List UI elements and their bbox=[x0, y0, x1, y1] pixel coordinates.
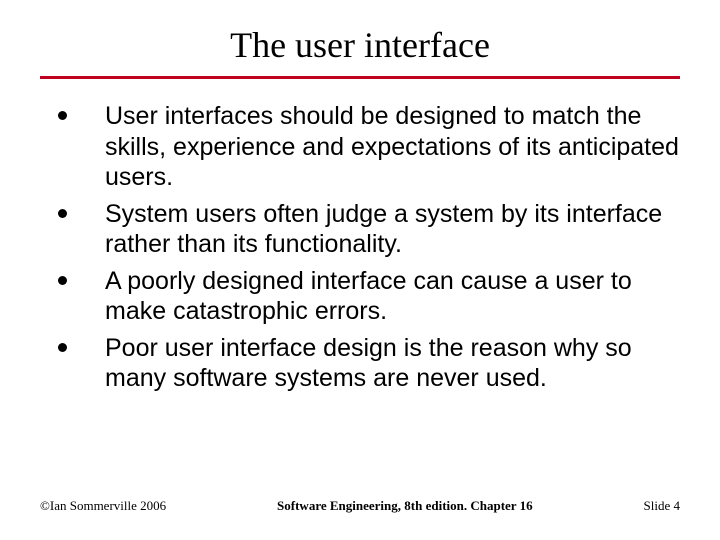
footer-book-ref: Software Engineering, 8th edition. Chapt… bbox=[277, 498, 533, 514]
list-item: User interfaces should be designed to ma… bbox=[58, 101, 680, 193]
footer-copyright: ©Ian Sommerville 2006 bbox=[40, 498, 166, 514]
title-rule bbox=[40, 76, 680, 79]
bullet-text: A poorly designed interface can cause a … bbox=[105, 266, 680, 327]
list-item: System users often judge a system by its… bbox=[58, 199, 680, 260]
bullet-icon bbox=[58, 343, 67, 352]
slide-title: The user interface bbox=[40, 24, 680, 76]
list-item: Poor user interface design is the reason… bbox=[58, 333, 680, 394]
bullet-list: User interfaces should be designed to ma… bbox=[40, 101, 680, 394]
footer: ©Ian Sommerville 2006 Software Engineeri… bbox=[40, 498, 680, 514]
footer-slide-number: Slide 4 bbox=[644, 498, 680, 514]
bullet-icon bbox=[58, 111, 67, 120]
bullet-icon bbox=[58, 276, 67, 285]
slide: The user interface User interfaces shoul… bbox=[0, 0, 720, 540]
bullet-text: Poor user interface design is the reason… bbox=[105, 333, 680, 394]
bullet-text: System users often judge a system by its… bbox=[105, 199, 680, 260]
bullet-icon bbox=[58, 209, 67, 218]
list-item: A poorly designed interface can cause a … bbox=[58, 266, 680, 327]
bullet-text: User interfaces should be designed to ma… bbox=[105, 101, 680, 193]
